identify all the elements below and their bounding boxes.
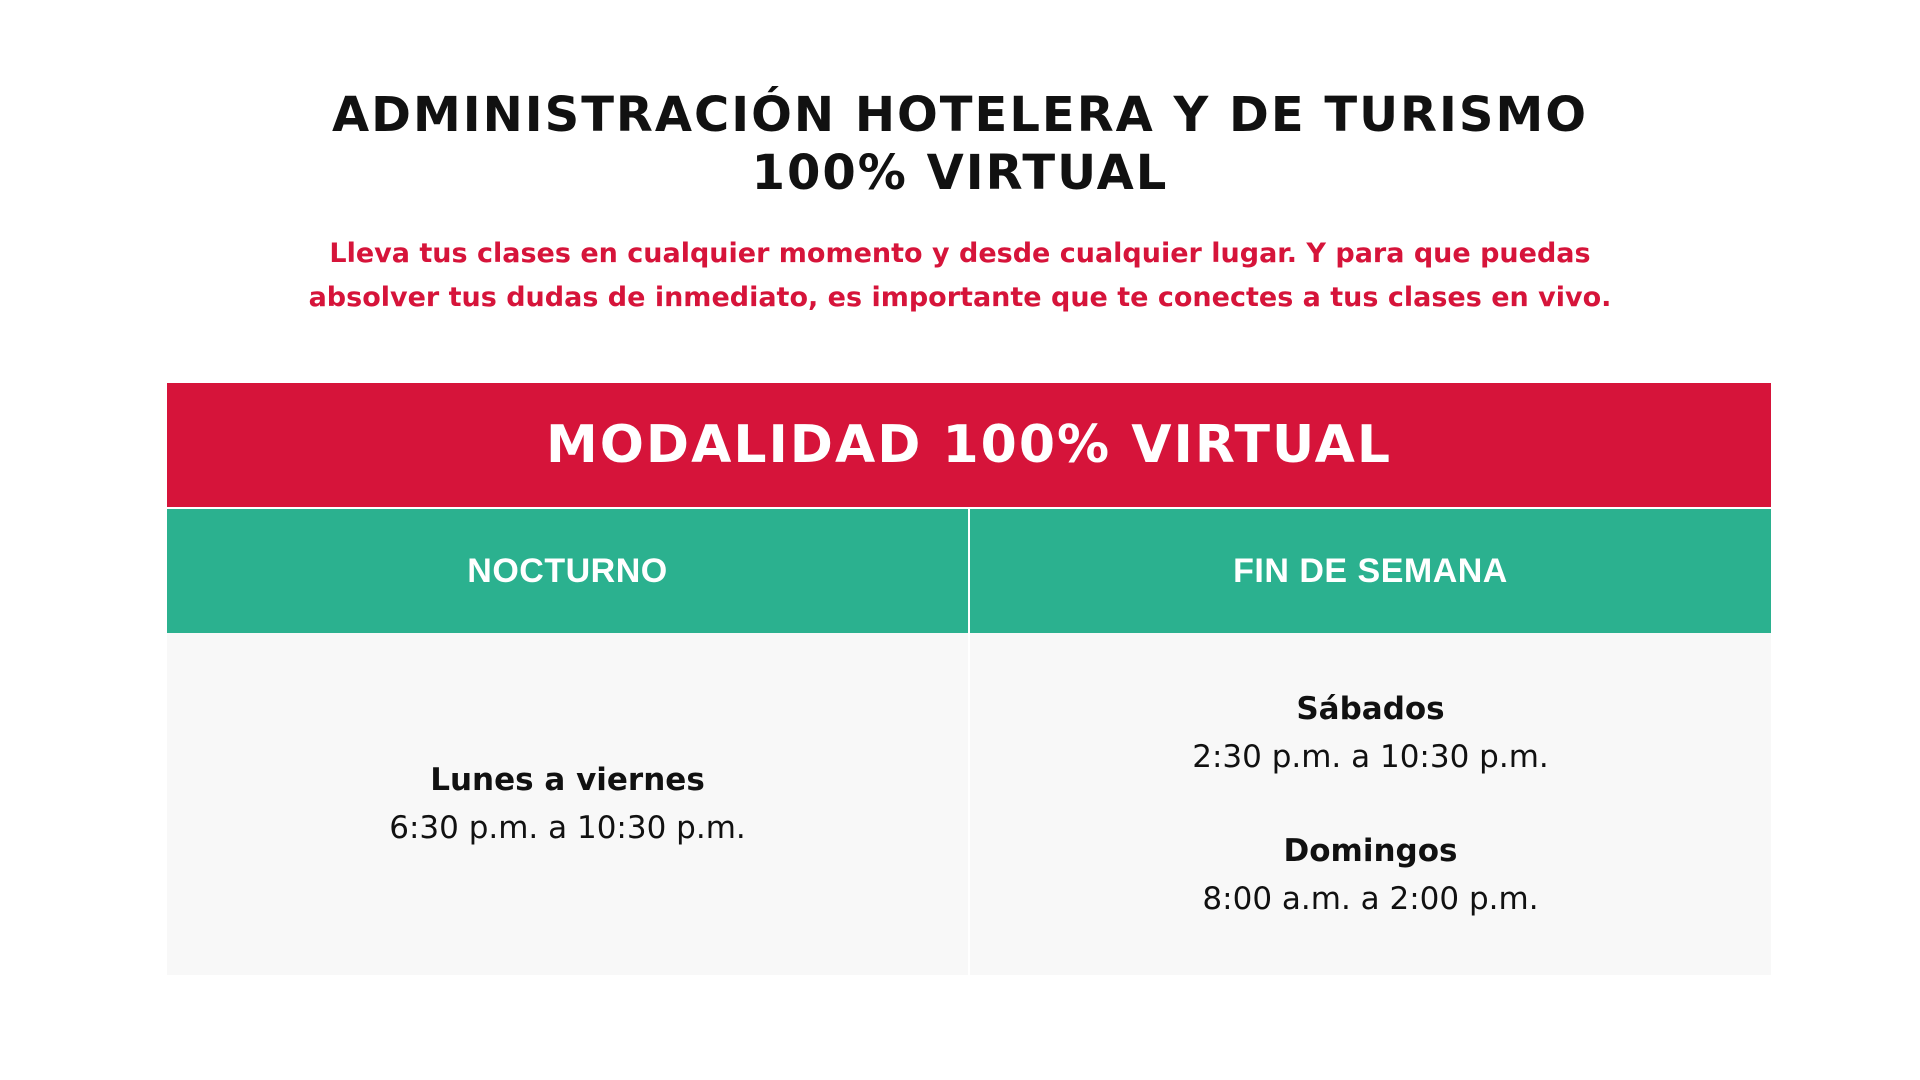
slot-day: Domingos xyxy=(1283,833,1458,869)
slot-time: 6:30 p.m. a 10:30 p.m. xyxy=(389,810,746,846)
schedule-column-headers: NOCTURNO FIN DE SEMANA xyxy=(167,507,1771,633)
column-header-nocturno: NOCTURNO xyxy=(167,509,968,633)
page-title-line-1: ADMINISTRACIÓN HOTELERA Y DE TURISMO xyxy=(331,87,1589,143)
schedule-body-row: Lunes a viernes 6:30 p.m. a 10:30 p.m. S… xyxy=(167,633,1771,975)
slot-day: Sábados xyxy=(1296,691,1445,727)
schedule-cell-fin-de-semana: Sábados 2:30 p.m. a 10:30 p.m. Domingos … xyxy=(968,633,1771,975)
page: ADMINISTRACIÓN HOTELERA Y DE TURISMO 100… xyxy=(0,0,1920,1080)
slot-time: 2:30 p.m. a 10:30 p.m. xyxy=(1192,739,1549,775)
schedule-slot: Domingos 8:00 a.m. a 2:00 p.m. xyxy=(1202,827,1538,923)
page-subtitle-line-1: Lleva tus clases en cualquier momento y … xyxy=(329,238,1591,269)
page-subtitle-line-2: absolver tus dudas de inmediato, es impo… xyxy=(308,282,1612,313)
column-header-fin-de-semana: FIN DE SEMANA xyxy=(968,509,1771,633)
page-subtitle: Lleva tus clases en cualquier momento y … xyxy=(0,232,1920,320)
schedule-cell-nocturno: Lunes a viernes 6:30 p.m. a 10:30 p.m. xyxy=(167,633,968,975)
page-title-line-2: 100% VIRTUAL xyxy=(751,145,1169,201)
schedule-table-title: MODALIDAD 100% VIRTUAL xyxy=(167,383,1771,507)
schedule-table: MODALIDAD 100% VIRTUAL NOCTURNO FIN DE S… xyxy=(167,383,1771,975)
schedule-slot: Sábados 2:30 p.m. a 10:30 p.m. xyxy=(1192,685,1549,781)
slot-day: Lunes a viernes xyxy=(430,762,705,798)
schedule-slot: Lunes a viernes 6:30 p.m. a 10:30 p.m. xyxy=(389,756,746,852)
page-title: ADMINISTRACIÓN HOTELERA Y DE TURISMO 100… xyxy=(0,86,1920,202)
slot-time: 8:00 a.m. a 2:00 p.m. xyxy=(1202,881,1539,917)
